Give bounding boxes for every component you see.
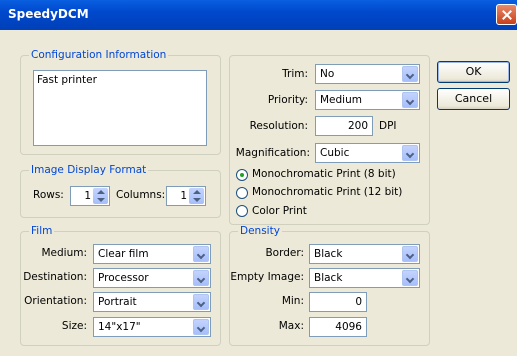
configuration-legend: Configuration Information — [29, 49, 169, 61]
chevron-down-icon[interactable] — [193, 319, 209, 335]
orientation-select[interactable]: Portrait — [93, 292, 211, 312]
rows-label: Rows: — [33, 189, 64, 201]
magnification-value: Cubic — [320, 147, 350, 159]
image-display-group: Image Display Format Rows: 1 Columns: 1 — [20, 164, 221, 218]
ok-button[interactable]: OK — [437, 61, 510, 83]
rows-spin-arrows[interactable] — [93, 188, 108, 204]
max-value: 4096 — [335, 321, 362, 333]
cancel-button[interactable]: Cancel — [437, 88, 510, 110]
border-select[interactable]: Black — [309, 244, 420, 264]
max-label: Max: — [278, 320, 304, 332]
border-label: Border: — [265, 247, 304, 259]
min-label: Min: — [281, 295, 304, 307]
rows-spinner[interactable]: 1 — [70, 186, 110, 206]
destination-select[interactable]: Processor — [93, 268, 211, 288]
radio-color-print-label: Color Print — [252, 205, 307, 217]
orientation-label: Orientation: — [24, 295, 87, 307]
window-title: SpeedyDCM — [8, 7, 89, 21]
chevron-down-icon[interactable] — [402, 66, 418, 82]
spin-down-icon — [193, 198, 201, 202]
size-select[interactable]: 14"x17" — [93, 317, 211, 337]
priority-value: Medium — [320, 94, 362, 106]
empty-image-select[interactable]: Black — [309, 268, 420, 288]
resolution-input[interactable]: 200 — [315, 116, 373, 136]
chevron-down-icon[interactable] — [402, 92, 418, 108]
priority-label: Priority: — [267, 94, 308, 106]
trim-select[interactable]: No — [315, 64, 420, 84]
columns-spin-arrows[interactable] — [189, 188, 204, 204]
spin-up-icon — [193, 190, 201, 194]
chevron-down-icon[interactable] — [193, 294, 209, 310]
print-settings-group: Trim: No Priority: Medium Resolution: 20… — [229, 55, 430, 225]
empty-image-value: Black — [314, 272, 343, 284]
medium-select[interactable]: Clear film — [93, 244, 211, 264]
destination-value: Processor — [98, 272, 149, 284]
radio-button[interactable] — [236, 205, 248, 217]
columns-spinner[interactable]: 1 — [166, 186, 206, 206]
min-value: 0 — [355, 296, 362, 308]
radio-mono-12bit-label: Monochromatic Print (12 bit) — [252, 186, 403, 198]
radio-button-selected[interactable] — [236, 169, 248, 181]
destination-label: Destination: — [23, 271, 87, 283]
chevron-down-icon[interactable] — [193, 246, 209, 262]
printer-name-value: Fast printer — [37, 74, 97, 86]
columns-label: Columns: — [116, 189, 166, 201]
medium-label: Medium: — [41, 247, 87, 259]
columns-value: 1 — [180, 190, 187, 202]
radio-button[interactable] — [236, 187, 248, 199]
orientation-value: Portrait — [98, 296, 137, 308]
resolution-value: 200 — [347, 120, 368, 132]
size-value: 14"x17" — [98, 321, 141, 333]
size-label: Size: — [61, 320, 87, 332]
medium-value: Clear film — [98, 248, 149, 260]
dialog-window: SpeedyDCM Configuration Information Fast… — [0, 0, 517, 356]
density-group: Density Border: Black Empty Image: Black… — [229, 225, 430, 346]
printer-name-field[interactable]: Fast printer — [33, 70, 207, 146]
density-legend: Density — [238, 225, 282, 237]
max-input[interactable]: 4096 — [309, 317, 367, 337]
trim-label: Trim: — [282, 68, 308, 80]
film-group: Film Medium: Clear film Destination: Pro… — [20, 225, 221, 346]
resolution-label: Resolution: — [249, 120, 308, 132]
spin-up-icon — [97, 190, 105, 194]
border-value: Black — [314, 248, 343, 260]
spin-down-icon — [97, 198, 105, 202]
film-legend: Film — [29, 225, 55, 237]
resolution-unit: DPI — [379, 120, 397, 132]
chevron-down-icon[interactable] — [402, 270, 418, 286]
empty-image-label: Empty Image: — [230, 271, 304, 283]
image-display-legend: Image Display Format — [29, 164, 149, 176]
chevron-down-icon[interactable] — [402, 145, 418, 161]
configuration-group: Configuration Information Fast printer — [20, 49, 221, 155]
title-bar[interactable]: SpeedyDCM — [0, 0, 517, 30]
chevron-down-icon[interactable] — [193, 270, 209, 286]
chevron-down-icon[interactable] — [402, 246, 418, 262]
magnification-select[interactable]: Cubic — [315, 143, 420, 163]
radio-mono-8bit-label: Monochromatic Print (8 bit) — [252, 168, 396, 180]
close-button[interactable] — [496, 4, 517, 25]
priority-select[interactable]: Medium — [315, 90, 420, 110]
magnification-label: Magnification: — [235, 147, 310, 159]
trim-value: No — [320, 68, 335, 80]
min-input[interactable]: 0 — [309, 292, 367, 312]
rows-value: 1 — [84, 190, 91, 202]
